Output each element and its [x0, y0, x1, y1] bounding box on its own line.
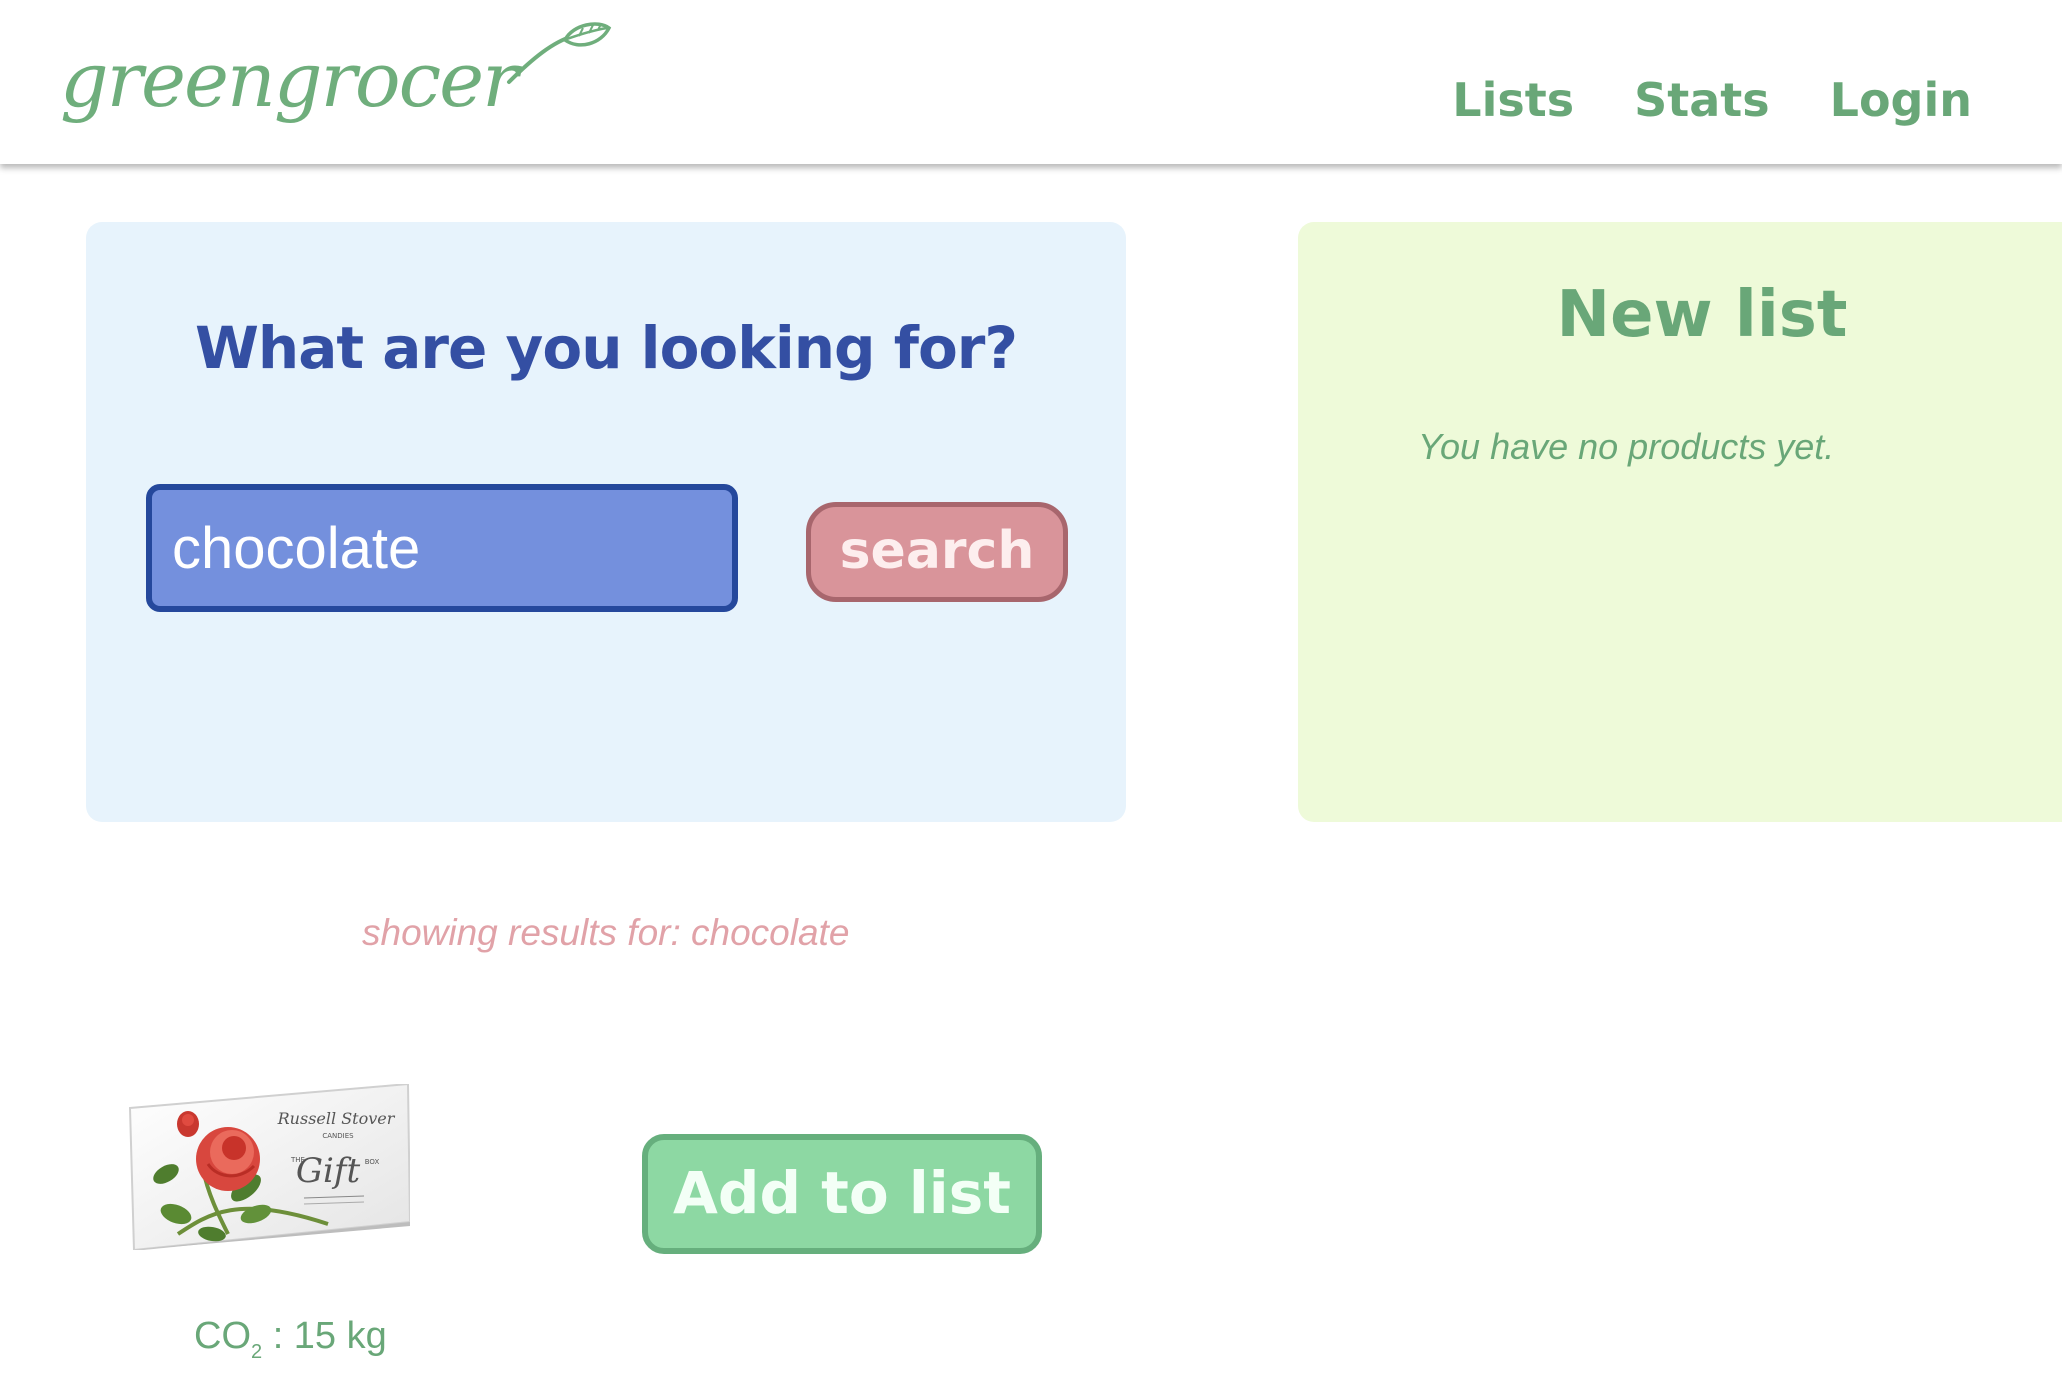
new-list-panel: New list You have no products yet.	[1298, 222, 2062, 822]
results-caption: showing results for: chocolate	[362, 908, 849, 958]
brand-name: greengrocer	[60, 35, 518, 124]
co2-subscript: 2	[251, 1341, 263, 1363]
co2-value: CO2 : 15 kg	[194, 1310, 387, 1378]
top-header: greengrocer Lists Stats Login	[0, 0, 2062, 164]
nav-lists-link[interactable]: Lists	[1452, 70, 1574, 130]
co2-amount: : 15 kg	[272, 1315, 387, 1357]
nav-stats-link[interactable]: Stats	[1634, 70, 1770, 130]
add-to-list-button[interactable]: Add to list	[642, 1134, 1042, 1254]
search-button[interactable]: search	[806, 502, 1068, 602]
search-panel: What are you looking for? search	[86, 222, 1126, 822]
search-heading: What are you looking for?	[194, 314, 1018, 382]
search-input[interactable]	[146, 484, 738, 612]
app-root: greengrocer Lists Stats Login What are y…	[0, 0, 2062, 1380]
box-sub-text: CANDIES	[322, 1132, 354, 1140]
leaf-icon	[506, 22, 611, 84]
brand-logo[interactable]: greengrocer	[60, 18, 613, 148]
box-box-text: BOX	[365, 1158, 380, 1166]
box-gift-text: Gift	[296, 1151, 361, 1191]
nav-login-link[interactable]: Login	[1830, 70, 1972, 130]
main-nav: Lists Stats Login	[1452, 70, 1972, 130]
new-list-heading: New list	[1556, 278, 1848, 352]
results-caption-prefix: showing results for:	[362, 912, 681, 953]
product-gift-box-rose-image: Russell Stover CANDIES THE Gift BOX	[128, 1084, 410, 1250]
box-brand-text: Russell Stover	[277, 1109, 396, 1128]
results-query: chocolate	[691, 912, 850, 953]
co2-label: CO	[194, 1315, 251, 1357]
empty-list-message: You have no products yet.	[1418, 426, 1835, 467]
